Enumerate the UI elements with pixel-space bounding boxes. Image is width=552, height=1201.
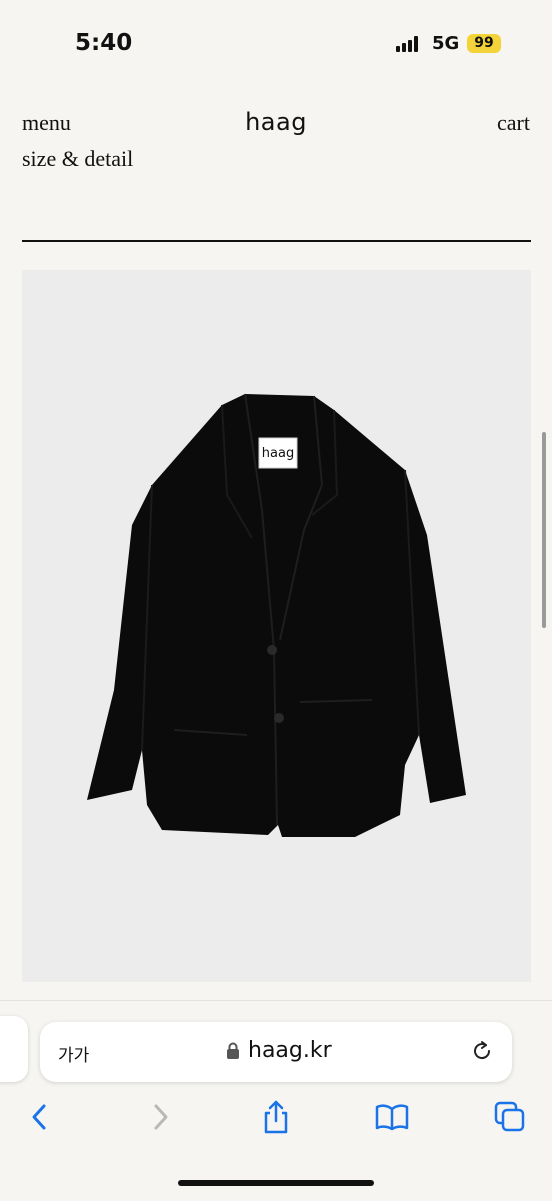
reload-icon[interactable] <box>470 1039 494 1063</box>
site-header: menu haag cart <box>0 100 552 150</box>
book-icon <box>375 1104 409 1131</box>
forward-button[interactable] <box>140 1095 180 1139</box>
share-button[interactable] <box>256 1095 296 1139</box>
brand-tag-text: haag <box>261 446 295 461</box>
button-lower <box>274 713 284 723</box>
status-bar: 5:40 5G 99 <box>0 0 552 90</box>
clock: 5:40 <box>75 30 133 56</box>
home-indicator[interactable] <box>178 1180 374 1186</box>
product-image: haag <box>22 270 531 982</box>
divider <box>22 240 531 242</box>
jacket-illustration <box>87 393 466 837</box>
url-domain[interactable]: haag.kr <box>248 1038 332 1063</box>
back-button[interactable] <box>20 1095 60 1139</box>
tabs-button[interactable] <box>490 1095 530 1139</box>
tabs-icon <box>494 1101 525 1132</box>
lock-icon <box>227 1042 239 1059</box>
section-title[interactable]: size & detail <box>22 150 133 170</box>
button-upper <box>267 645 277 655</box>
previous-tab-card[interactable] <box>0 1016 28 1082</box>
chevron-left-icon <box>32 1104 46 1130</box>
signal-icon <box>396 36 424 52</box>
address-bar[interactable]: 가가 haag.kr <box>40 1022 512 1082</box>
browser-toolbar <box>0 1095 552 1145</box>
scrollbar[interactable] <box>542 432 546 628</box>
chevron-right-icon <box>154 1104 168 1130</box>
site-logo[interactable]: haag <box>0 108 552 136</box>
bookmarks-button[interactable] <box>372 1095 412 1139</box>
page-settings-button[interactable]: 가가 <box>58 1041 89 1066</box>
network-label: 5G <box>432 33 460 54</box>
share-icon <box>264 1100 288 1134</box>
battery-indicator: 99 <box>467 34 501 53</box>
section-heading-wrap: size & detail <box>22 150 531 170</box>
cart-link[interactable]: cart <box>497 110 530 136</box>
